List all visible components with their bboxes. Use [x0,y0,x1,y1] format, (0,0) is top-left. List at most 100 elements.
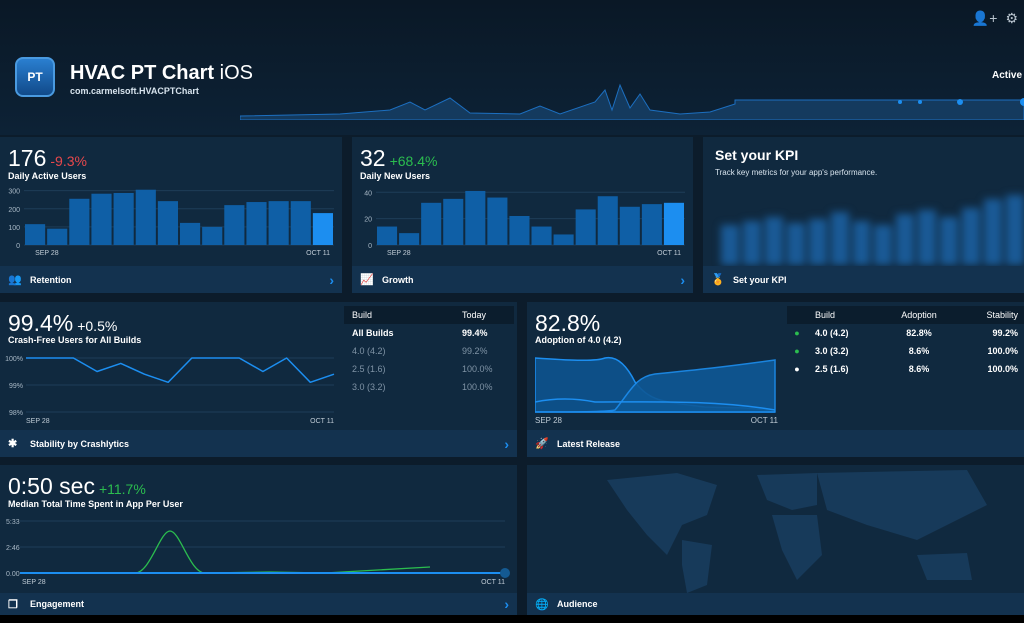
crash-free-line-chart: 100% 99% 98%SEP 28 OCT 11 [5,356,335,425]
dnu-bar-chart: 0 20 40 SEP 28 OCT 11 [364,190,685,257]
y-tick-label: 99% [9,383,23,390]
y-tick-label: 98% [9,410,23,417]
activity-sparkline [240,83,1024,120]
retention-link[interactable]: 👥 Retention › [0,266,342,293]
crashlytics-icon: ✱ [8,438,18,450]
crashlytics-link[interactable]: ✱ Stability by Crashlytics › [0,430,517,457]
table-row[interactable]: ● 4.0 (4.2) 82.8% 99.2% [787,324,1024,342]
bar[interactable] [575,209,596,245]
x-tick-label: SEP 28 [26,418,50,425]
metric-label: Median Total Time Spent in App Per User [8,499,183,509]
chevron-right-icon[interactable]: › [680,272,685,288]
metric-delta: +11.7% [98,481,146,497]
svg-text:OCT 11: OCT 11 [481,579,505,586]
bar[interactable] [312,213,333,245]
y-tick-label: 0 [368,243,372,250]
audience-card[interactable]: 🌐 Audience [527,465,1024,615]
bar[interactable] [641,204,662,245]
screens-icon: ❐ [8,598,18,611]
metric-delta: +68.4% [389,153,438,169]
bar[interactable] [224,205,245,245]
bar[interactable] [91,193,112,245]
award-icon: 🏅 [711,274,725,286]
audience-link[interactable]: 🌐 Audience [527,593,1024,615]
bundle-id: com.carmelsoft.HVACPTChart [70,86,199,96]
bar[interactable] [421,202,442,245]
bar[interactable] [597,196,618,245]
bar[interactable] [443,198,464,245]
status-dot-icon: ● [794,328,800,338]
bar[interactable] [487,197,508,245]
app-header: 👤+ ⚙ PT HVAC PT Chart iOS com.carmelsoft.… [0,0,1024,135]
table-row[interactable]: ● 3.0 (3.2) 8.6% 100.0% [787,342,1024,360]
engagement-card[interactable]: 0:50 sec +11.7% Median Total Time Spent i… [0,465,517,615]
bar[interactable] [553,234,574,245]
build-adoption-table: Build Adoption Stability ● 4.0 (4.2) 82.8% 99… [787,306,1024,378]
world-map [607,470,987,593]
bar[interactable] [531,226,552,245]
growth-link[interactable]: 📈 Growth › [352,266,693,293]
add-user-icon[interactable]: 👤+ [972,10,998,27]
table-row[interactable]: All Builds 99.4% [344,324,514,342]
svg-text:0.00: 0.00 [6,571,20,578]
build-stability-table: Build Today All Builds 99.4% 4.0 (4.2) 99.2%… [344,306,514,396]
rocket-icon: 🚀 [535,438,549,450]
metric-value: 82.8% [535,310,601,336]
bar[interactable] [157,201,178,245]
y-tick-label: 300 [8,189,20,196]
metric-label: Crash-Free Users for All Builds [8,335,142,345]
table-row[interactable]: 2.5 (1.6) 100.0% [344,360,514,378]
bar[interactable] [619,206,640,245]
users-icon: 👥 [8,274,22,286]
daily-new-users-card[interactable]: 32 +68.4% Daily New Users 0 20 40 SEP 28 OCT … [352,137,693,293]
growth-chart-icon: 📈 [360,274,374,286]
bar[interactable] [113,192,134,245]
x-tick-label: SEP 28 [387,250,411,257]
daily-active-users-card[interactable]: 176 -9.3% Daily Active Users 0 100 200 300 SE… [0,137,342,293]
time-in-app-line-chart: 5:33 2:46 0.00 SEP 28 OCT 11 [6,519,510,586]
x-tick-label: OCT 11 [306,250,330,257]
kpi-title: Set your KPI [715,147,799,163]
x-tick-label: OCT 11 [657,250,681,257]
bar[interactable] [47,228,68,245]
line-series [26,357,335,384]
bar[interactable] [180,222,201,245]
metric-label: Adoption of 4.0 (4.2) [535,335,622,345]
status-dot-icon: ● [794,346,800,356]
bar[interactable] [246,202,267,245]
x-tick-label: SEP 28 [535,416,563,425]
bar[interactable] [663,202,684,245]
x-tick-label: OCT 11 [751,416,779,425]
bar[interactable] [268,201,289,245]
gear-icon[interactable]: ⚙ [1005,10,1018,27]
kpi-card[interactable]: Set your KPI Track key metrics for your … [703,137,1024,293]
bar[interactable] [135,189,156,245]
latest-release-card[interactable]: 82.8% Adoption of 4.0 (4.2) SEP 28 OCT 1… [527,302,1024,457]
bar[interactable] [399,233,420,245]
set-kpi-link[interactable]: 🏅 Set your KPI [703,266,1024,293]
latest-release-link[interactable]: 🚀 Latest Release [527,430,1024,457]
os-taskbar [0,615,1024,623]
table-row[interactable]: 3.0 (3.2) 100.0% [344,378,514,396]
metric-value: 99.4% [8,310,74,336]
stability-card[interactable]: 99.4% +0.5% Crash-Free Users for All Buil… [0,302,517,457]
chevron-right-icon[interactable]: › [504,596,509,612]
metric-label: Daily New Users [360,171,431,181]
table-row[interactable]: 4.0 (4.2) 99.2% [344,342,514,360]
bar[interactable] [465,190,486,245]
bar[interactable] [202,226,223,245]
engagement-link[interactable]: ❐ Engagement › [0,593,517,615]
chevron-right-icon[interactable]: › [329,272,334,288]
metric-value: 176 [8,145,47,171]
bar[interactable] [509,216,530,245]
bar[interactable] [69,198,90,245]
bar[interactable] [290,201,311,245]
table-row[interactable]: ● 2.5 (1.6) 8.6% 100.0% [787,360,1024,378]
bar[interactable] [25,224,46,245]
adoption-area-chart: SEP 28 OCT 11 [535,356,779,425]
chevron-right-icon[interactable]: › [504,436,509,452]
x-tick-label: SEP 28 [35,250,59,257]
svg-text:SEP 28: SEP 28 [22,579,46,586]
metric-delta: -9.3% [50,153,87,169]
bar[interactable] [377,226,398,245]
